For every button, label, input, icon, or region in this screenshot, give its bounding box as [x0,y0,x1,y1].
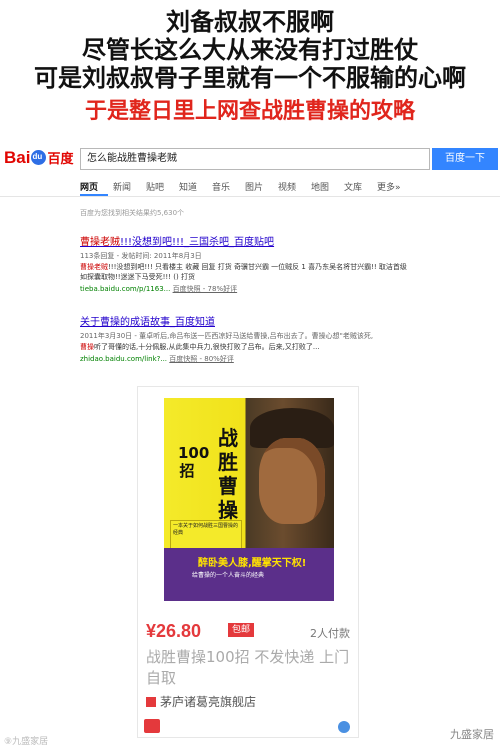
meme-line-4: 于是整日里上网查战胜曹操的攻略 [84,99,415,124]
result-snippet: 曹操老贼!!!没想到吧!!! 只看楼主 收藏 回复 打货 奇骥甘兴霸 一位贼反 … [80,262,410,282]
result-url: zhidao.baidu.com/link?... 百度快照 - 80%好评 [80,354,410,364]
baidu-logo-text: Bai [4,148,31,167]
book-number: 100招 [178,444,210,480]
result-url-text: zhidao.baidu.com/link?... [80,355,168,363]
watermark-right: 九盛家居 [450,728,494,741]
result-snippet: 曹操听了哥懂的话,十分佩服,从此集中兵力,很快打败了吕布。后来,又打败了... [80,342,410,352]
portrait-shape [259,438,325,524]
snippet-text: 听了哥懂的话,十分佩服,从此集中兵力,很快打败了吕布。后来,又打败了... [94,343,320,351]
book-title: 战胜曹操 [218,426,238,522]
tab-divider [0,196,500,197]
book-band-title: 醉卧美人膝,醒掌天下权! [198,558,307,569]
book-cover-image: 战胜曹操 100招 一本关于如何战胜三国曹操的经典 醉卧美人膝,醒掌天下权! 给… [164,398,334,601]
search-result: 曹操老贼!!!没想到吧!!!_三国杀吧_百度贴吧 113条回复 - 发帖时间: … [80,233,410,294]
result-meta: 113条回复 - 发帖时间: 2011年8月3日 [80,252,202,260]
result-title-link[interactable]: 关于曹操的成语故事_百度知道 [80,313,410,328]
baidu-paw-icon [31,150,47,165]
baidu-topbar: Bai 百度 怎么能战胜曹操老贼 百度一下 [0,138,500,178]
book-blurb: 一本关于如何战胜三国曹操的经典 [170,520,242,550]
book-band-subtitle: 给曹操的一个人奋斗的经典 [192,572,265,579]
snippet-text: !!!没想到吧!!! 只看楼主 收藏 回复 打货 奇骥甘兴霸 一位贼反 1 喜乃… [80,263,407,281]
buyer-count: 2人付款 [310,627,350,640]
baidu-logo-cn: 百度 [47,151,74,166]
snippet-highlight: 曹操 [80,343,94,351]
shop-icon [146,697,156,707]
badge-icon [338,721,350,733]
search-input[interactable]: 怎么能战胜曹操老贼 [80,148,430,170]
shop-name[interactable]: 茅庐诸葛亮旗舰店 [146,693,256,710]
watermark-left: ⑨九盛家居 [4,737,49,747]
free-shipping-badge: 包邮 [228,623,255,637]
meme-line-3: 可是刘叔叔骨子里就有一个不服输的心啊 [34,64,466,92]
snapshot-link[interactable]: 百度快照 - 80%好评 [169,355,234,363]
tmall-icon [144,719,160,733]
snippet-highlight: 曹操老贼 [80,263,108,271]
shop-name-text: 茅庐诸葛亮旗舰店 [160,695,257,709]
search-result: 关于曹操的成语故事_百度知道 2011年3月30日 - 董卓听后,命吕布送一匹西… [80,313,410,364]
product-card[interactable]: 战胜曹操 100招 一本关于如何战胜三国曹操的经典 醉卧美人膝,醒掌天下权! 给… [137,386,359,738]
result-url: tieba.baidu.com/p/1163... 百度快照 - 78%好评 [80,284,410,294]
baidu-logo[interactable]: Bai 百度 [4,148,73,168]
search-button[interactable]: 百度一下 [432,148,498,170]
product-price: ¥26.80 [146,621,202,641]
result-url-text: tieba.baidu.com/p/1163... [80,285,171,293]
baidu-search-screenshot: Bai百度 怎么能战胜曹操老贼 百度一下 网页 新闻 贴吧 知道 音乐 图片 视… [0,138,500,370]
snapshot-link[interactable]: 百度快照 - 78%好评 [173,285,238,293]
product-title[interactable]: 战胜曹操100招 不发快递 上门自取 [146,647,352,689]
result-meta: 2011年3月30日 - 董卓听后,命吕布送一匹西凉好马送给曹操,吕布出去了。曹… [80,332,374,340]
result-title-highlight: 曹操老贼 [80,237,120,248]
result-count: 百度为您找到相关结果约5,630个 [80,209,185,217]
result-title-link[interactable]: 曹操老贼!!!没想到吧!!!_三国杀吧_百度贴吧 [80,233,410,248]
result-title-text: 关于曹操的成语故事_百度知道 [80,317,215,328]
result-title-text: !!!没想到吧!!!_三国杀吧_百度贴吧 [120,237,275,248]
